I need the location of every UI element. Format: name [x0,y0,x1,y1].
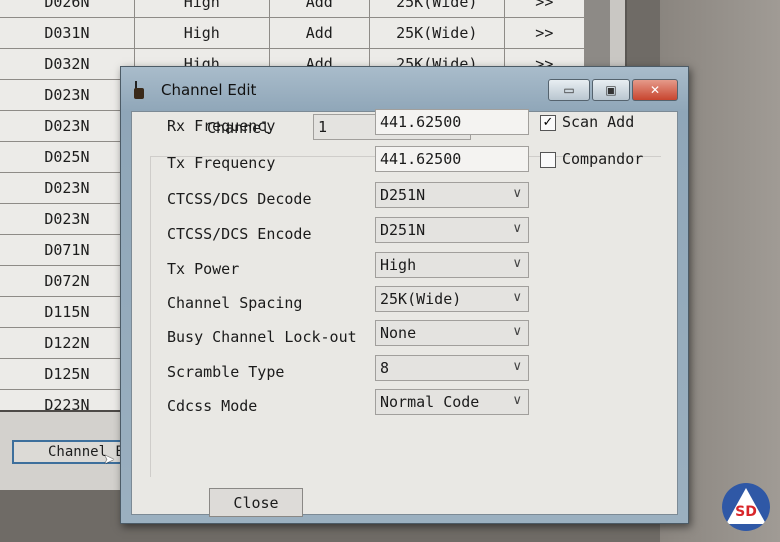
busy-channel-lock-out-select[interactable]: None ∨ [375,320,529,346]
ctcss-dcs-encode-select[interactable]: D251N ∨ [375,217,529,243]
field-label: Cdcss Mode [167,397,258,415]
checkbox-label[interactable]: Compandor [562,150,643,168]
table-cell: D032N [0,49,135,79]
table-cell: D071N [0,235,135,265]
field-label: CTCSS/DCS Decode [167,190,312,208]
sd-watermark-logo: SD [722,483,770,531]
table-cell: High [135,18,270,48]
field-value: 441.62500 [380,113,462,131]
close-button-label: Close [233,493,279,512]
table-row[interactable]: D031N High Add 25K(Wide) >> [0,18,585,49]
field-value: Normal Code [380,393,480,411]
table-cell: >> [505,0,585,17]
field-value: D251N [380,221,426,239]
table-cell: D023N [0,80,135,110]
minimize-icon: ▭ [563,83,575,97]
checkbox-label[interactable]: Scan Add [562,113,634,131]
channel-spacing-select[interactable]: 25K(Wide) ∨ [375,286,529,312]
table-cell: D023N [0,173,135,203]
field-value: High [380,256,417,274]
chevron-down-icon: ∨ [512,256,522,271]
field-label: Rx Frequency [167,117,276,135]
compandor-checkbox[interactable] [540,152,556,168]
table-cell: D125N [0,359,135,389]
table-cell: 25K(Wide) [370,0,505,17]
close-button[interactable]: Close [209,488,303,517]
field-label: CTCSS/DCS Encode [167,225,312,243]
tx-power-select[interactable]: High ∨ [375,252,529,278]
tx-frequency-input[interactable]: 441.62500 [375,146,529,172]
field-value: 8 [380,359,390,377]
chevron-down-icon: ∨ [512,324,522,339]
field-label: Busy Channel Lock-out [167,328,357,346]
maximize-icon: ▣ [605,83,617,97]
close-icon: ✕ [649,83,661,97]
field-value: 25K(Wide) [380,290,462,308]
chevron-down-icon: ∨ [512,221,522,236]
table-cell: D023N [0,204,135,234]
field-value: D251N [380,186,426,204]
table-cell: 25K(Wide) [370,18,505,48]
table-cell: D023N [0,111,135,141]
dialog-client: Channel 1∨ Rx Frequency441.62500Tx Frequ… [131,109,678,517]
cdcss-mode-select[interactable]: Normal Code ∨ [375,389,529,415]
dialog-title: Channel Edit [161,81,257,99]
minimize-button[interactable]: ▭ [548,79,590,101]
table-cell: D026N [0,0,135,17]
chevron-down-icon: ∨ [512,290,522,305]
mouse-cursor-icon: ➤ [104,450,115,471]
field-value: None [380,324,417,342]
field-label: Channel Spacing [167,294,303,312]
chevron-down-icon: ∨ [512,393,522,408]
field-label: Tx Power [167,260,240,278]
table-cell: >> [505,18,585,48]
radio-app-icon [133,81,145,99]
rx-frequency-input[interactable]: 441.62500 [375,109,529,135]
table-cell: D115N [0,297,135,327]
scan-add-checkbox[interactable]: ✓ [540,115,556,131]
ctcss-dcs-decode-select[interactable]: D251N ∨ [375,182,529,208]
table-row[interactable]: D026N High Add 25K(Wide) >> [0,0,585,18]
table-cell: D025N [0,142,135,172]
table-cell: Add [270,0,370,17]
field-label: Scramble Type [167,363,285,381]
close-window-button[interactable]: ✕ [632,79,678,101]
table-cell: High [135,0,270,17]
table-cell: Add [270,18,370,48]
chevron-down-icon: ∨ [512,359,522,374]
chevron-down-icon: ∨ [512,186,522,201]
channel-value: 1 [318,118,328,136]
maximize-button[interactable]: ▣ [592,79,630,101]
table-cell: D122N [0,328,135,358]
channel-edit-dialog: Channel Edit ▭ ▣ ✕ Channel 1∨ Rx Frequen… [120,66,689,524]
field-label: Tx Frequency [167,154,276,172]
scramble-type-select[interactable]: 8 ∨ [375,355,529,381]
field-value: 441.62500 [380,150,462,168]
table-cell: D031N [0,18,135,48]
table-cell: D072N [0,266,135,296]
